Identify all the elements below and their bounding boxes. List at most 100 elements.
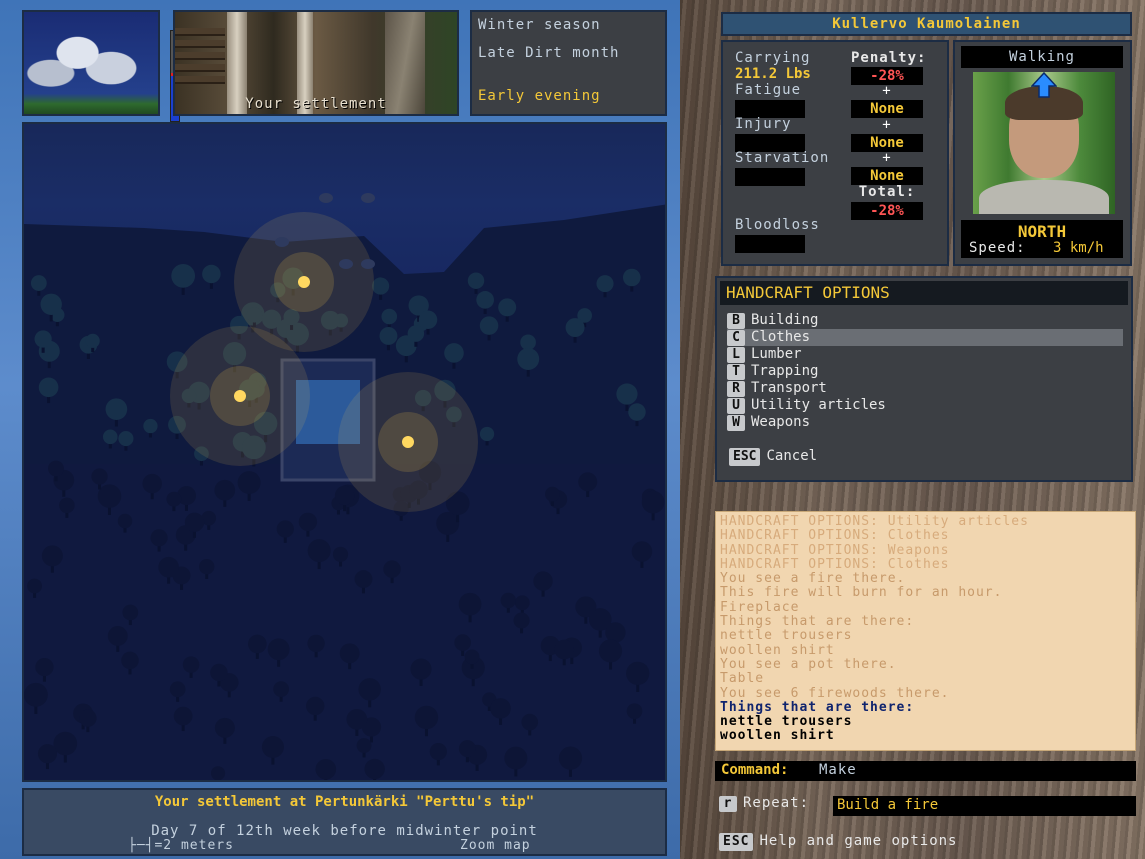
menu-item-label: Utility articles <box>751 397 886 413</box>
tree <box>37 744 58 764</box>
tree <box>273 681 290 698</box>
repeat-button[interactable]: r Repeat: <box>719 795 809 812</box>
tree <box>490 698 511 719</box>
tree <box>616 383 638 405</box>
menu-item-label: Clothes <box>751 329 811 345</box>
tree <box>622 268 641 287</box>
log-line: HANDCRAFT OPTIONS: Clothes <box>720 528 950 544</box>
portrait-panel: Walking NORTH Speed: 3 km/h <box>953 40 1132 266</box>
tree <box>102 429 118 445</box>
injury-label: Injury <box>735 116 792 132</box>
tree <box>371 277 390 295</box>
hotkey: T <box>727 364 745 380</box>
hotkey: ESC <box>719 833 754 851</box>
log-line: woollen shirt <box>720 728 835 744</box>
tree <box>41 545 63 567</box>
tree <box>237 471 261 495</box>
log-line: HANDCRAFT OPTIONS: Weapons <box>720 542 950 558</box>
tree <box>267 638 290 661</box>
log-line: Things that are there: <box>720 614 915 630</box>
log-line: Things that are there: <box>720 699 915 715</box>
menu-item-label: Weapons <box>751 414 811 430</box>
tree <box>59 497 75 514</box>
message-log: HANDCRAFT OPTIONS: Utility articles HAND… <box>715 511 1136 751</box>
bloodloss-bar <box>735 235 805 253</box>
tree <box>166 491 182 507</box>
cancel-button[interactable]: ESC Cancel <box>729 448 817 466</box>
map-scale: ├─┤=2 meters <box>128 838 234 853</box>
zoom-map-button[interactable]: Zoom map <box>460 838 531 853</box>
carrying-label: Carrying <box>735 50 811 66</box>
tree <box>53 731 78 756</box>
season-text: Winter season <box>478 17 601 33</box>
portrait-shirt <box>979 180 1109 214</box>
settlement-picture: Your settlement <box>173 10 459 116</box>
cabin-log <box>175 28 225 36</box>
month-text: Late Dirt month <box>478 45 620 61</box>
tree <box>315 758 337 780</box>
tree <box>354 570 373 589</box>
time-of-day-text: Early evening <box>478 88 601 104</box>
game-map[interactable] <box>22 122 667 782</box>
tree <box>276 520 294 538</box>
tree <box>444 343 464 363</box>
tree <box>436 511 460 535</box>
tree <box>500 592 516 609</box>
plus-sign: + <box>882 83 892 99</box>
hotkey: ESC <box>729 448 761 466</box>
log-line: This fire will burn for an hour. <box>720 585 1003 601</box>
tree <box>575 596 597 618</box>
tree <box>210 766 226 780</box>
map-canvas[interactable] <box>24 124 667 782</box>
repeat-label: Repeat: <box>743 795 810 811</box>
command-bar[interactable]: Command: Make <box>715 761 1136 781</box>
menu-item-utility-articles[interactable]: U Utility articles <box>727 397 1123 414</box>
tree <box>199 559 215 575</box>
tree <box>307 539 331 563</box>
hotkey: L <box>727 347 745 363</box>
map-title: Your settlement at Pertunkärki "Perttu's… <box>154 794 535 810</box>
tree <box>307 634 325 653</box>
tree <box>596 275 614 293</box>
carrying-value: 211.2 Lbs <box>735 66 811 82</box>
tree <box>24 682 48 707</box>
tree <box>142 473 162 494</box>
log-line: You see 6 firewoods there. <box>720 685 950 701</box>
cabin-log <box>175 52 225 60</box>
movement-status: Walking <box>961 46 1123 68</box>
menu-item-label: Lumber <box>751 346 802 362</box>
stone <box>275 237 289 247</box>
menu-item-trapping[interactable]: T Trapping <box>727 363 1123 380</box>
menu-item-clothes[interactable]: C Clothes <box>727 329 1123 346</box>
log-line: nettle trousers <box>720 628 853 644</box>
direction-box: NORTH Speed: 3 km/h <box>961 220 1123 258</box>
command-label: Command: <box>721 762 789 778</box>
settlement-caption: Your settlement <box>245 96 387 112</box>
help-options-button[interactable]: ESC Help and game options <box>719 833 958 851</box>
tree <box>513 612 530 629</box>
tree <box>339 643 360 664</box>
log-line: woollen shirt <box>720 642 835 658</box>
tree <box>356 738 372 754</box>
menu-item-transport[interactable]: R Transport <box>727 380 1123 397</box>
tree <box>48 460 64 477</box>
hotkey: r <box>719 796 737 812</box>
hotkey: R <box>727 381 745 397</box>
sky-weather-view <box>22 10 180 122</box>
tree <box>332 546 349 562</box>
repeat-action-box: Build a fire <box>833 796 1136 816</box>
tree <box>40 293 62 316</box>
log-line: You see a fire there. <box>720 571 906 587</box>
direction-text: NORTH <box>1017 222 1067 241</box>
starvation-bar <box>735 168 805 186</box>
hotkey: B <box>727 313 745 329</box>
menu-item-building[interactable]: B Building <box>727 312 1123 329</box>
tree <box>521 713 539 731</box>
tree <box>346 708 368 730</box>
scale-bar-icon: ├─┤ <box>128 838 155 853</box>
menu-item-lumber[interactable]: L Lumber <box>727 346 1123 363</box>
menu-item-weapons[interactable]: W Weapons <box>727 414 1123 431</box>
tree <box>143 418 158 434</box>
log-line: You see a pot there. <box>720 656 897 672</box>
campfire-icon <box>234 390 246 402</box>
